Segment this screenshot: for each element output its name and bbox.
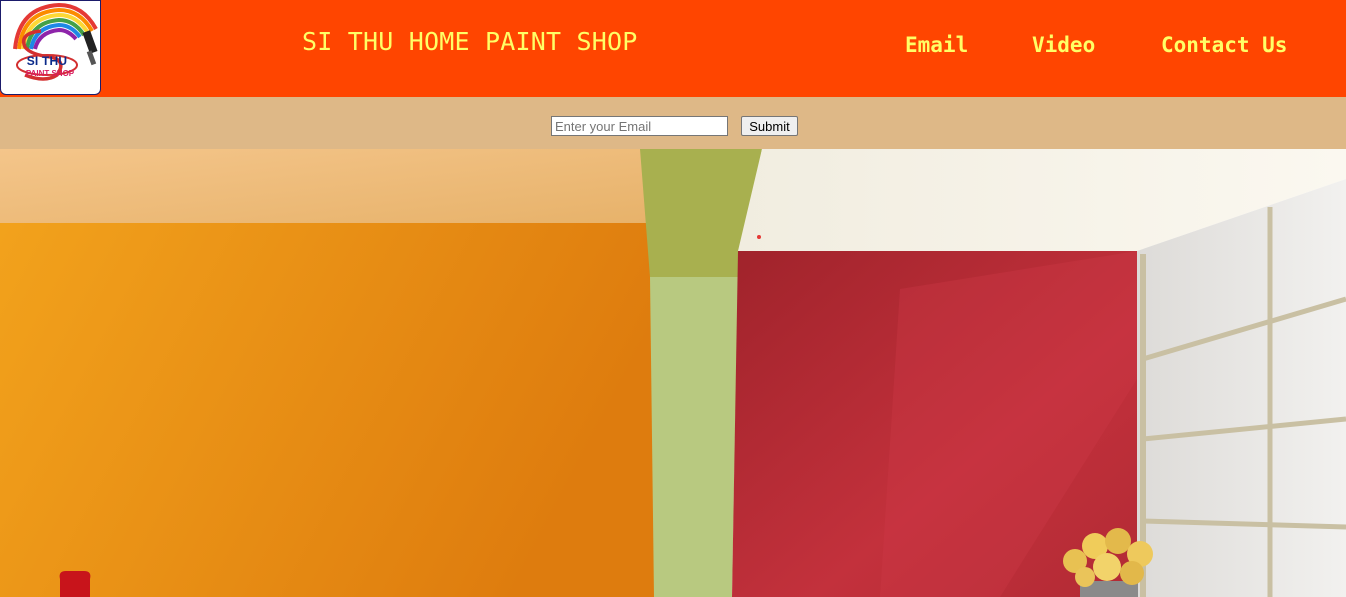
hero-image — [0, 149, 1346, 597]
email-input[interactable] — [551, 116, 728, 136]
submit-button[interactable]: Submit — [741, 116, 798, 136]
subscribe-bar: Submit — [0, 97, 1346, 149]
nav-link-video[interactable]: Video — [1032, 33, 1095, 57]
painted-room-illustration — [0, 149, 1346, 597]
main-nav: Email Video Contact Us — [0, 33, 1346, 63]
nav-link-email[interactable]: Email — [905, 33, 968, 57]
nav-link-contact-us[interactable]: Contact Us — [1161, 33, 1287, 57]
logo-text-secondary: PAINT SHOP — [25, 69, 75, 78]
site-header: SI THU PAINT SHOP SI THU HOME PAINT SHOP… — [0, 0, 1346, 97]
